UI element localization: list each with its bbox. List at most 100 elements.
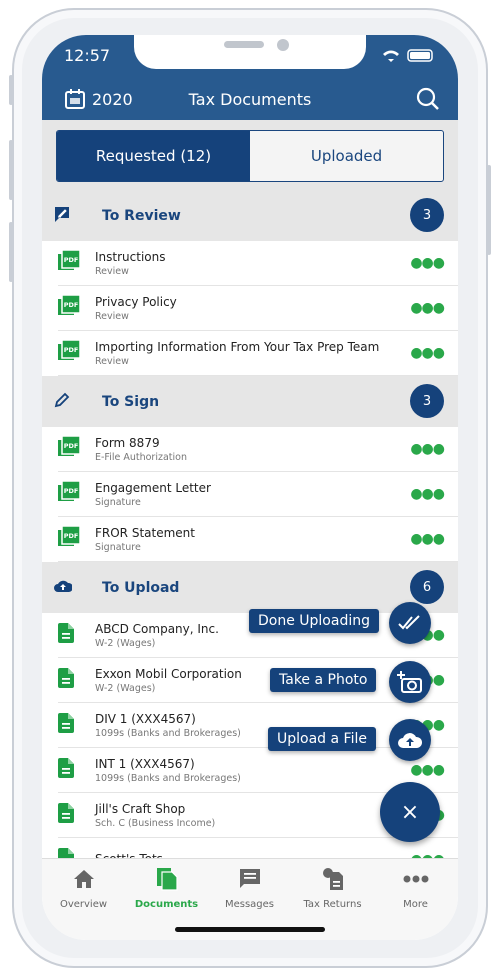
svg-text:PDF: PDF <box>64 301 79 309</box>
wifi-battery-icon <box>383 49 433 62</box>
more-options-icon[interactable]: ●●● <box>410 345 445 361</box>
svg-text:PDF: PDF <box>64 256 79 264</box>
document-icon <box>58 713 95 737</box>
pdf-icon: PDF <box>58 480 95 507</box>
svg-text:PDF: PDF <box>64 487 79 495</box>
nav-documents[interactable]: Documents <box>125 865 208 910</box>
more-options-icon[interactable]: ●●● <box>410 441 445 457</box>
list-item[interactable]: PDF Privacy Policy Review ●●● <box>58 286 458 331</box>
double-check-icon <box>398 615 420 630</box>
more-options-icon[interactable]: ●●● <box>410 531 445 547</box>
tab-requested[interactable]: Requested (12) <box>57 131 250 181</box>
item-title: DIV 1 (XXX4567) <box>95 711 196 726</box>
item-subtitle: Sch. C (Business Income) <box>95 817 216 829</box>
page-title: Tax Documents <box>188 90 312 109</box>
section-header: To Upload 6 <box>42 562 458 613</box>
document-icon <box>58 668 95 692</box>
home-icon <box>42 865 125 893</box>
screen: 12:57 2020 Tax Documents Requested (12) … <box>42 35 458 940</box>
item-subtitle: Review <box>95 355 129 367</box>
document-icon <box>58 803 95 827</box>
cloud-upload-icon <box>398 733 423 748</box>
list-item[interactable]: PDF Engagement Letter Signature ●●● <box>58 472 458 517</box>
home-indicator <box>175 927 325 932</box>
tax-returns-icon <box>291 865 374 893</box>
list-item[interactable]: PDF FROR Statement Signature ●●● <box>58 517 458 562</box>
list-item[interactable]: PDF Form 8879 E-File Authorization ●●● <box>58 427 458 472</box>
item-subtitle: Review <box>95 310 129 322</box>
power-button <box>487 165 491 255</box>
done-uploading-button[interactable] <box>389 602 431 644</box>
documents-icon <box>125 865 208 893</box>
document-list: To Review 3 PDF Instructions Review ●●● PDF Pri… <box>42 190 458 883</box>
nav-more[interactable]: More <box>374 865 457 910</box>
nav-label: Overview <box>59 899 108 910</box>
item-title: Exxon Mobil Corporation <box>95 666 242 681</box>
more-icon <box>374 865 457 893</box>
pdf-icon: PDF <box>58 249 95 276</box>
more-options-icon[interactable]: ●●● <box>410 255 445 271</box>
nav-messages[interactable]: Messages <box>208 865 291 910</box>
item-title: Engagement Letter <box>95 480 211 495</box>
item-subtitle: 1099s (Banks and Brokerages) <box>95 772 241 784</box>
section-header: To Sign 3 <box>42 376 458 427</box>
more-options-icon[interactable]: ●●● <box>410 762 445 778</box>
item-title: Jill's Craft Shop <box>95 801 186 816</box>
item-title: Importing Information From Your Tax Prep… <box>95 339 380 354</box>
svg-text:PDF: PDF <box>64 346 79 354</box>
item-title: FROR Statement <box>95 525 195 540</box>
item-subtitle: Review <box>95 265 129 277</box>
pencil-icon <box>42 392 102 412</box>
close-fab-button[interactable]: × <box>380 782 440 842</box>
item-title: Privacy Policy <box>95 294 177 309</box>
volume-up-button <box>9 140 13 200</box>
mute-switch <box>9 75 13 105</box>
item-title: INT 1 (XXX4567) <box>95 756 195 771</box>
take-photo-label[interactable]: Take a Photo <box>270 668 377 692</box>
section-title: To Review <box>102 207 181 224</box>
pdf-icon: PDF <box>58 435 95 462</box>
document-icon <box>58 758 95 782</box>
upload-file-label[interactable]: Upload a File <box>268 727 376 751</box>
list-item[interactable]: PDF Instructions Review ●●● <box>58 241 458 286</box>
document-icon <box>58 623 95 647</box>
nav-label: Tax Returns <box>303 899 362 910</box>
notch <box>134 35 366 69</box>
svg-text:PDF: PDF <box>64 532 79 540</box>
done-uploading-label[interactable]: Done Uploading <box>249 609 379 633</box>
search-button[interactable] <box>416 87 440 115</box>
nav-label: Documents <box>134 899 199 910</box>
item-title: Instructions <box>95 249 166 264</box>
nav-label: Messages <box>224 899 275 910</box>
svg-text:PDF: PDF <box>64 442 79 450</box>
status-icons <box>378 48 438 66</box>
tab-uploaded[interactable]: Uploaded <box>250 131 443 181</box>
item-subtitle: 1099s (Banks and Brokerages) <box>95 727 241 739</box>
pdf-icon: PDF <box>58 294 95 321</box>
add-camera-icon <box>397 671 422 693</box>
item-subtitle: Signature <box>95 541 141 553</box>
item-title: Form 8879 <box>95 435 160 450</box>
take-photo-button[interactable] <box>389 661 431 703</box>
cloud-upload-icon <box>42 578 102 597</box>
pdf-icon: PDF <box>58 525 95 552</box>
section-header: To Review 3 <box>42 190 458 241</box>
item-subtitle: E-File Authorization <box>95 451 187 463</box>
nav-label: More <box>403 899 428 910</box>
pdf-icon: PDF <box>58 339 95 366</box>
volume-down-button <box>9 222 13 282</box>
nav-overview[interactable]: Overview <box>42 865 125 910</box>
messages-icon <box>208 865 291 893</box>
upload-file-button[interactable] <box>389 719 431 761</box>
count-badge: 3 <box>410 198 444 232</box>
count-badge: 6 <box>410 570 444 604</box>
review-icon <box>42 206 102 226</box>
more-options-icon[interactable]: ●●● <box>410 300 445 316</box>
more-options-icon[interactable]: ●●● <box>410 486 445 502</box>
nav-tax-returns[interactable]: Tax Returns <box>291 865 374 910</box>
search-icon <box>416 87 439 110</box>
item-title: ABCD Company, Inc. <box>95 621 219 636</box>
segmented-tabs: Requested (12) Uploaded <box>56 130 444 182</box>
list-item[interactable]: PDF Importing Information From Your Tax P… <box>58 331 458 376</box>
count-badge: 3 <box>410 384 444 418</box>
